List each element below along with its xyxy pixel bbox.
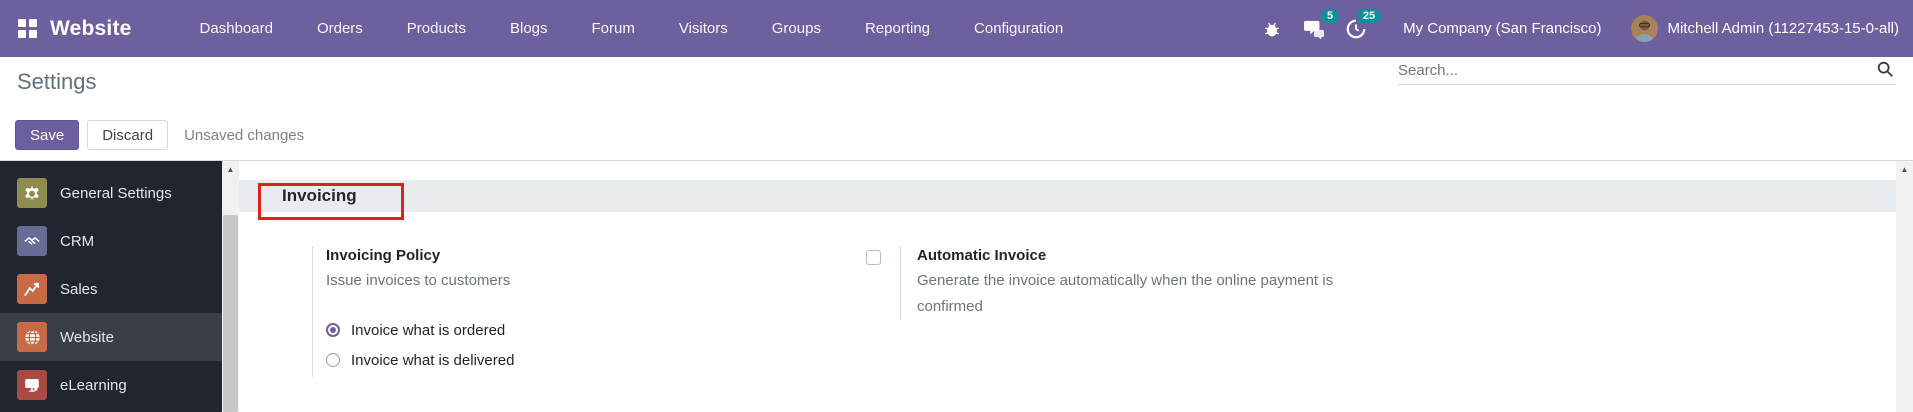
nav-item-visitors[interactable]: Visitors <box>657 0 750 57</box>
control-panel: Settings Save Discard Unsaved changes <box>0 57 1913 161</box>
activities-count-badge: 25 <box>1357 9 1381 24</box>
handshake-icon <box>17 226 47 256</box>
invoicing-policy-options: Invoice what is ordered Invoice what is … <box>326 317 822 373</box>
sidebar-item-label: General Settings <box>60 185 172 202</box>
setting-right-pane: Invoicing Policy Issue invoices to custo… <box>312 246 822 377</box>
debug-bug-icon[interactable] <box>1259 16 1285 42</box>
nav-item-products[interactable]: Products <box>385 0 488 57</box>
sidebar-item-label: Website <box>60 329 114 346</box>
app-brand[interactable]: Website <box>50 17 132 41</box>
messages-count-badge: 5 <box>1321 9 1339 24</box>
sidebar-item-elearning[interactable]: eLearning <box>0 361 222 409</box>
unsaved-changes-status: Unsaved changes <box>184 127 304 144</box>
radio-selected-icon[interactable] <box>326 323 340 337</box>
setting-right-pane: Automatic Invoice Generate the invoice a… <box>900 246 1336 320</box>
sidebar-item-label: CRM <box>60 233 94 250</box>
nav-item-dashboard[interactable]: Dashboard <box>178 0 295 57</box>
radio-label[interactable]: Invoice what is ordered <box>351 322 505 339</box>
sidebar-scrollbar[interactable]: ▲ <box>222 161 239 412</box>
nav-menu: Dashboard Orders Products Blogs Forum Vi… <box>178 0 1086 57</box>
globe-icon <box>17 322 47 352</box>
page-title: Settings <box>17 69 97 95</box>
radio-unselected-icon[interactable] <box>326 353 340 367</box>
invoicing-policy-title[interactable]: Invoicing Policy <box>326 246 822 266</box>
automatic-invoice-checkbox[interactable] <box>866 250 881 265</box>
button-row: Save Discard Unsaved changes <box>15 120 304 150</box>
sidebar-item-crm[interactable]: CRM <box>0 217 222 265</box>
scroll-up-icon[interactable]: ▲ <box>1896 161 1913 178</box>
nav-item-reporting[interactable]: Reporting <box>843 0 952 57</box>
radio-invoice-ordered[interactable]: Invoice what is ordered <box>326 317 822 343</box>
user-avatar[interactable] <box>1631 15 1658 42</box>
red-highlight-annotation <box>258 183 404 220</box>
settings-sidebar: General Settings CRM Sales <box>0 161 222 412</box>
automatic-invoice-description: Generate the invoice automatically when … <box>917 268 1336 320</box>
save-button[interactable]: Save <box>15 120 79 150</box>
scroll-up-icon[interactable]: ▲ <box>222 161 239 178</box>
automatic-invoice-title[interactable]: Automatic Invoice <box>917 246 1336 266</box>
nav-item-blogs[interactable]: Blogs <box>488 0 570 57</box>
nav-item-groups[interactable]: Groups <box>750 0 843 57</box>
sidebar-item-website[interactable]: Website <box>0 313 222 361</box>
radio-invoice-delivered[interactable]: Invoice what is delivered <box>326 347 822 373</box>
invoicing-section-header: Invoicing <box>239 180 1896 212</box>
setting-left-pane <box>282 246 312 377</box>
user-menu[interactable]: Mitchell Admin (11227453-15-0-all) <box>1667 20 1899 37</box>
sidebar-item-sales[interactable]: Sales <box>0 265 222 313</box>
top-navbar: Website Dashboard Orders Products Blogs … <box>0 0 1913 57</box>
invoicing-policy-description: Issue invoices to customers <box>326 268 822 294</box>
line-chart-icon <box>17 274 47 304</box>
search-input[interactable] <box>1398 62 1876 79</box>
presentation-icon <box>17 370 47 400</box>
discard-button[interactable]: Discard <box>87 120 168 150</box>
gear-icon <box>17 178 47 208</box>
setting-box-invoicing-policy: Invoicing Policy Issue invoices to custo… <box>282 246 822 377</box>
sidebar-item-label: eLearning <box>60 377 127 394</box>
nav-item-forum[interactable]: Forum <box>570 0 657 57</box>
search-icon[interactable] <box>1876 60 1894 82</box>
settings-pane: Invoicing Invoicing Policy Issue invoice… <box>239 161 1896 412</box>
radio-label[interactable]: Invoice what is delivered <box>351 352 514 369</box>
sidebar-item-general-settings[interactable]: General Settings <box>0 169 222 217</box>
setting-box-automatic-invoice: Automatic Invoice Generate the invoice a… <box>866 246 1336 320</box>
apps-menu-icon[interactable] <box>18 19 38 39</box>
nav-item-configuration[interactable]: Configuration <box>952 0 1085 57</box>
setting-left-pane <box>866 246 900 320</box>
nav-right-section: 5 25 My Company (San Francisco) Mitchell… <box>1243 15 1913 42</box>
sidebar-item-label: Sales <box>60 281 98 298</box>
content-scrollbar[interactable]: ▲ <box>1896 161 1913 412</box>
content-area: General Settings CRM Sales <box>0 161 1913 412</box>
activities-clock-icon[interactable]: 25 <box>1343 16 1369 42</box>
nav-item-orders[interactable]: Orders <box>295 0 385 57</box>
search-box <box>1398 57 1896 85</box>
scrollbar-thumb[interactable] <box>223 215 238 412</box>
messages-icon[interactable]: 5 <box>1301 16 1327 42</box>
company-switcher[interactable]: My Company (San Francisco) <box>1403 20 1601 37</box>
